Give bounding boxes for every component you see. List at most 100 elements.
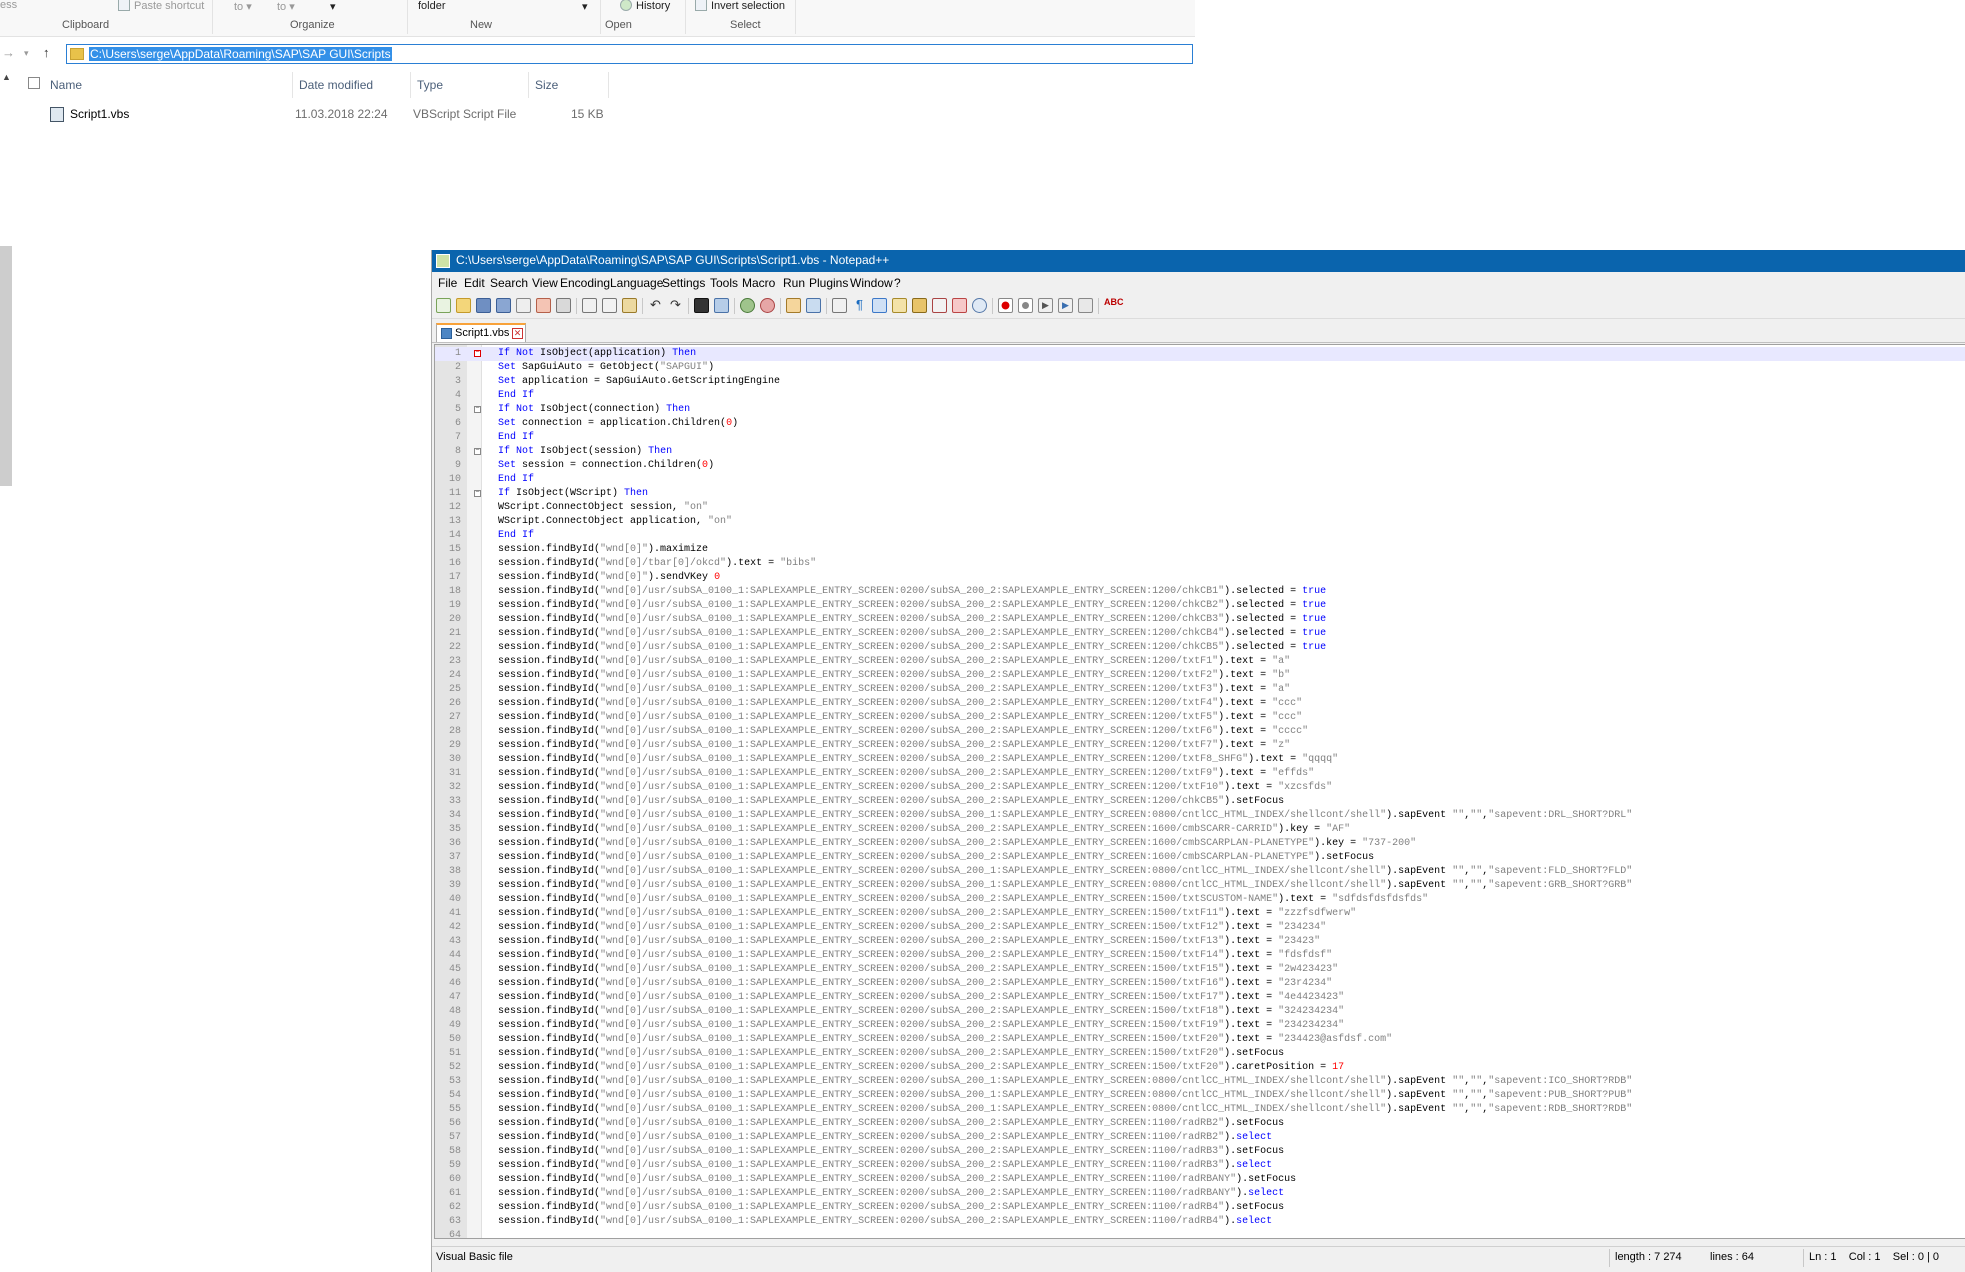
history-button[interactable]: History	[620, 0, 670, 12]
code-line[interactable]: 38 session.findById("wnd[0]/usr/subSA_010…	[435, 865, 1965, 879]
code-line[interactable]: 60 session.findById("wnd[0]/usr/subSA_010…	[435, 1173, 1965, 1187]
replace-icon[interactable]	[714, 298, 729, 313]
menu-settings[interactable]: Settings	[662, 276, 705, 290]
code-line[interactable]: 59 session.findById("wnd[0]/usr/subSA_010…	[435, 1159, 1965, 1173]
code-line[interactable]: 3 Set application = SapGuiAuto.GetScript…	[435, 375, 1965, 389]
code-line[interactable]: 64	[435, 1229, 1965, 1238]
menu-search[interactable]: Search	[490, 276, 528, 290]
menu-encoding[interactable]: Encoding	[560, 276, 610, 290]
code-line[interactable]: 18 session.findById("wnd[0]/usr/subSA_010…	[435, 585, 1965, 599]
menu-macro[interactable]: Macro	[742, 276, 775, 290]
menu-view[interactable]: View	[532, 276, 558, 290]
new-item-dropdown[interactable]: ▾	[582, 0, 588, 13]
code-line[interactable]: 12 WScript.ConnectObject session, "on"	[435, 501, 1965, 515]
undo-icon[interactable]: ↶	[648, 298, 663, 313]
code-line[interactable]: 13 WScript.ConnectObject application, "o…	[435, 515, 1965, 529]
code-line[interactable]: 40 session.findById("wnd[0]/usr/subSA_010…	[435, 893, 1965, 907]
code-line[interactable]: 4 End If	[435, 389, 1965, 403]
code-line[interactable]: 45 session.findById("wnd[0]/usr/subSA_010…	[435, 963, 1965, 977]
print-icon[interactable]	[556, 298, 571, 313]
code-line[interactable]: 36 session.findById("wnd[0]/usr/subSA_010…	[435, 837, 1965, 851]
code-line[interactable]: 49 session.findById("wnd[0]/usr/subSA_010…	[435, 1019, 1965, 1033]
code-line[interactable]: 57 session.findById("wnd[0]/usr/subSA_010…	[435, 1131, 1965, 1145]
code-line[interactable]: 10 End If	[435, 473, 1965, 487]
spell-check-icon[interactable]: ABC	[1104, 298, 1124, 313]
file-row[interactable]: Script1.vbs 11.03.2018 22:24 VBScript Sc…	[46, 104, 606, 124]
run-macro-multiple-icon[interactable]: ▶	[1058, 298, 1073, 313]
code-line[interactable]: 6 Set connection = application.Children(…	[435, 417, 1965, 431]
invert-selection-button[interactable]: Invert selection	[695, 0, 785, 12]
word-wrap-icon[interactable]	[832, 298, 847, 313]
play-macro-icon[interactable]: ▶	[1038, 298, 1053, 313]
zoom-in-icon[interactable]	[740, 298, 755, 313]
code-line[interactable]: 30 session.findById("wnd[0]/usr/subSA_010…	[435, 753, 1965, 767]
up-arrow-icon[interactable]: ↑	[43, 44, 50, 62]
code-line[interactable]: 52 session.findById("wnd[0]/usr/subSA_010…	[435, 1061, 1965, 1075]
sync-vertical-icon[interactable]	[786, 298, 801, 313]
indent-guide-icon[interactable]	[872, 298, 887, 313]
menu-plugins[interactable]: Plugins	[809, 276, 848, 290]
code-line[interactable]: 35 session.findById("wnd[0]/usr/subSA_010…	[435, 823, 1965, 837]
code-line[interactable]: 29 session.findById("wnd[0]/usr/subSA_010…	[435, 739, 1965, 753]
code-line[interactable]: 58 session.findById("wnd[0]/usr/subSA_010…	[435, 1145, 1965, 1159]
user-language-icon[interactable]	[892, 298, 907, 313]
tab-close-icon[interactable]: ✕	[512, 328, 523, 339]
save-icon[interactable]	[476, 298, 491, 313]
new-file-icon[interactable]	[436, 298, 451, 313]
close-icon[interactable]	[516, 298, 531, 313]
code-line[interactable]: 25 session.findById("wnd[0]/usr/subSA_010…	[435, 683, 1965, 697]
code-line[interactable]: 15 session.findById("wnd[0]").maximize	[435, 543, 1965, 557]
code-line[interactable]: 22 session.findById("wnd[0]/usr/subSA_010…	[435, 641, 1965, 655]
sync-horizontal-icon[interactable]	[806, 298, 821, 313]
code-line[interactable]: 16 session.findById("wnd[0]/tbar[0]/okcd"…	[435, 557, 1965, 571]
forward-arrow-icon[interactable]: →	[2, 44, 15, 62]
code-line[interactable]: 14 End If	[435, 529, 1965, 543]
record-macro-icon[interactable]	[998, 298, 1013, 313]
menu-edit[interactable]: Edit	[464, 276, 485, 290]
column-header-name[interactable]: Name	[44, 72, 293, 98]
document-map-icon[interactable]	[912, 298, 927, 313]
folder-as-workspace-icon[interactable]	[952, 298, 967, 313]
code-line[interactable]: 23 session.findById("wnd[0]/usr/subSA_010…	[435, 655, 1965, 669]
code-line[interactable]: 50 session.findById("wnd[0]/usr/subSA_010…	[435, 1033, 1965, 1047]
code-line[interactable]: 27 session.findById("wnd[0]/usr/subSA_010…	[435, 711, 1965, 725]
code-line[interactable]: 19 session.findById("wnd[0]/usr/subSA_010…	[435, 599, 1965, 613]
code-line[interactable]: 32 session.findById("wnd[0]/usr/subSA_010…	[435, 781, 1965, 795]
code-line[interactable]: 46 session.findById("wnd[0]/usr/subSA_010…	[435, 977, 1965, 991]
code-line[interactable]: 54 session.findById("wnd[0]/usr/subSA_010…	[435, 1089, 1965, 1103]
show-all-characters-icon[interactable]: ¶	[852, 298, 867, 313]
fold-toggle-icon[interactable]: −	[474, 448, 481, 455]
column-header-date-modified[interactable]: Date modified	[293, 72, 411, 98]
code-line[interactable]: 44 session.findById("wnd[0]/usr/subSA_010…	[435, 949, 1965, 963]
code-line[interactable]: 47 session.findById("wnd[0]/usr/subSA_010…	[435, 991, 1965, 1005]
fold-toggle-icon[interactable]: −	[474, 406, 481, 413]
code-line[interactable]: 62 session.findById("wnd[0]/usr/subSA_010…	[435, 1201, 1965, 1215]
code-line[interactable]: 11 − If IsObject(WScript) Then	[435, 487, 1965, 501]
cut-icon[interactable]	[582, 298, 597, 313]
code-line[interactable]: 56 session.findById("wnd[0]/usr/subSA_010…	[435, 1117, 1965, 1131]
copy-icon[interactable]	[602, 298, 617, 313]
save-macro-icon[interactable]	[1078, 298, 1093, 313]
menu-run[interactable]: Run	[783, 276, 805, 290]
paste-icon[interactable]	[622, 298, 637, 313]
copy-to-button[interactable]: to ▾	[277, 0, 295, 13]
code-line[interactable]: 20 session.findById("wnd[0]/usr/subSA_010…	[435, 613, 1965, 627]
close-all-icon[interactable]	[536, 298, 551, 313]
code-line[interactable]: 51 session.findById("wnd[0]/usr/subSA_010…	[435, 1047, 1965, 1061]
code-line[interactable]: 7 End If	[435, 431, 1965, 445]
document-tab[interactable]: Script1.vbs ✕	[436, 323, 526, 342]
column-header-size[interactable]: Size	[529, 72, 609, 98]
delete-dropdown[interactable]: ▾	[330, 0, 336, 13]
code-line[interactable]: 55 session.findById("wnd[0]/usr/subSA_010…	[435, 1103, 1965, 1117]
code-line[interactable]: 37 session.findById("wnd[0]/usr/subSA_010…	[435, 851, 1965, 865]
find-icon[interactable]	[694, 298, 709, 313]
code-line[interactable]: 21 session.findById("wnd[0]/usr/subSA_010…	[435, 627, 1965, 641]
code-line[interactable]: 24 session.findById("wnd[0]/usr/subSA_010…	[435, 669, 1965, 683]
navigation-pane-scrollbar[interactable]	[0, 246, 12, 486]
paste-shortcut-button[interactable]: Paste shortcut	[118, 0, 204, 12]
code-line[interactable]: 63 session.findById("wnd[0]/usr/subSA_010…	[435, 1215, 1965, 1229]
code-editor[interactable]: 1 − If Not IsObject(application) Then 2 Set…	[434, 344, 1965, 1239]
redo-icon[interactable]: ↷	[668, 298, 683, 313]
menu-window[interactable]: Window	[850, 276, 893, 290]
code-line[interactable]: 42 session.findById("wnd[0]/usr/subSA_010…	[435, 921, 1965, 935]
